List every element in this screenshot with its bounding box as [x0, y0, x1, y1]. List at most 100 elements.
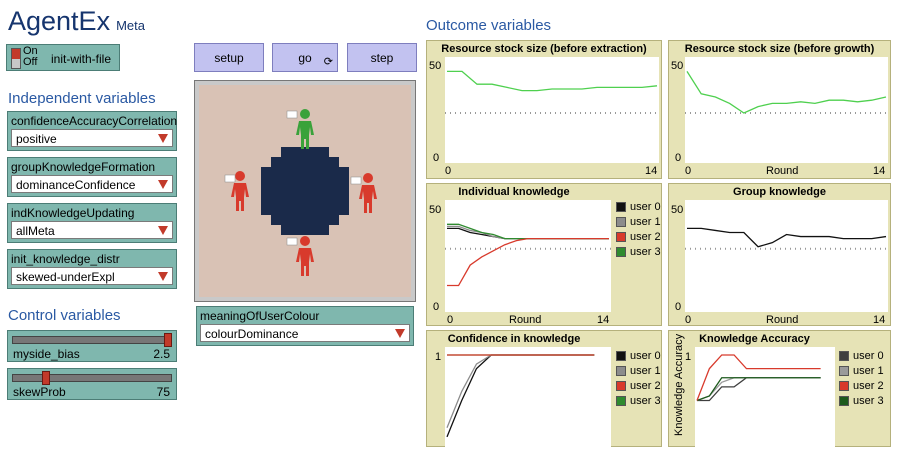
init-with-file-switch[interactable]: On Off init-with-file: [6, 44, 120, 71]
legend-swatch-user0: [839, 351, 849, 361]
plot-knowledge-accuracy: Knowledge Accuracy 1 Knowledge Accuracy …: [668, 330, 891, 448]
chooser-user-colour[interactable]: meaningOfUserColour colourDominance: [196, 306, 414, 346]
plot-title: Individual knowledge: [458, 186, 570, 198]
legend-label-user0: user 0: [630, 201, 661, 213]
chooser-value: colourDominance: [205, 327, 299, 341]
dropdown-arrow-icon: [158, 226, 168, 235]
series-line-user-3: [447, 223, 609, 240]
app-title: AgentEx Meta: [8, 6, 145, 37]
slider-myside-bias[interactable]: myside_bias 2.5: [7, 330, 177, 362]
legend-swatch-user1: [839, 366, 849, 376]
chooser-label: meaningOfUserColour: [200, 309, 320, 323]
chooser-ind-knowledge[interactable]: indKnowledgeUpdating allMeta: [7, 203, 177, 243]
dropdown-arrow-icon: [158, 272, 168, 281]
plot-svg: [685, 71, 888, 114]
series-line-user-2: [447, 237, 609, 287]
section-outcome: Outcome variables: [426, 17, 552, 34]
chooser-group-knowledge[interactable]: groupKnowledgeFormation dominanceConfide…: [7, 157, 177, 197]
plot-confidence: Confidence in knowledge 1 user 0 user 1 …: [426, 330, 662, 448]
world-view[interactable]: [194, 80, 416, 302]
go-label: go: [298, 50, 312, 65]
chooser-select[interactable]: colourDominance: [200, 324, 410, 342]
series-line-user-0: [447, 227, 609, 240]
y-tick-max: 1: [435, 351, 442, 363]
plot-title: Confidence in knowledge: [447, 333, 581, 345]
chooser-label: init_knowledge_distr: [11, 252, 120, 266]
chooser-value: positive: [16, 132, 57, 146]
plot-title: Group knowledge: [733, 186, 826, 198]
plot-svg: [685, 227, 888, 250]
chooser-confidence-accuracy[interactable]: confidenceAccuracyCorrelation positive: [7, 111, 177, 151]
legend-label-user2: user 2: [630, 231, 661, 243]
y-tick-max: 50: [671, 204, 684, 216]
setup-button[interactable]: setup: [194, 43, 264, 72]
plot-svg: [445, 223, 611, 287]
plot-resource-growth: Resource stock size (before growth) 50 0…: [668, 40, 891, 179]
series-line-user-1: [696, 377, 821, 402]
legend-label-user0: user 0: [853, 350, 884, 362]
x-tick-max: 14: [645, 165, 658, 177]
table-shape: [261, 147, 349, 235]
forever-icon: ⟳: [323, 56, 333, 68]
legend-swatch-user3: [616, 396, 626, 406]
y-tick-max: 50: [671, 60, 684, 72]
y-tick-min: 0: [675, 152, 682, 164]
y-tick-max: 1: [685, 351, 692, 363]
slider-label: skewProb: [13, 385, 66, 399]
plot-area: [445, 200, 611, 312]
app-title-text: AgentEx: [8, 6, 111, 36]
plot-svg: [445, 70, 659, 114]
legend-label-user2: user 2: [853, 380, 884, 392]
chooser-init-knowledge[interactable]: init_knowledge_distr skewed-underExpl: [7, 249, 177, 289]
plot-svg: [696, 354, 821, 402]
world-canvas: [199, 85, 411, 297]
x-axis-label: Round: [509, 314, 542, 326]
switch-state-labels: On Off: [23, 46, 38, 68]
x-tick-min: 0: [447, 314, 454, 326]
series-line-main: [447, 70, 658, 92]
chooser-select[interactable]: allMeta: [11, 221, 173, 239]
legend-swatch-user3: [616, 247, 626, 257]
y-tick-max: 50: [429, 204, 442, 216]
chooser-value: allMeta: [16, 224, 55, 238]
chooser-select[interactable]: skewed-underExpl: [11, 267, 173, 285]
switch-knob[interactable]: [12, 49, 20, 59]
x-axis-label: Round: [766, 165, 799, 177]
legend-swatch-user2: [839, 381, 849, 391]
series-line-user-0: [446, 354, 595, 438]
legend-label-user1: user 1: [630, 365, 661, 377]
plot-title: Resource stock size (before growth): [684, 43, 875, 55]
step-button[interactable]: step: [347, 43, 417, 72]
legend-label-user1: user 1: [630, 216, 661, 228]
section-independent: Independent variables: [8, 90, 156, 107]
plot-svg: [446, 354, 595, 438]
plot-title: Resource stock size (before extraction): [441, 43, 647, 55]
y-tick-min: 0: [433, 152, 440, 164]
slider-label: myside_bias: [13, 347, 80, 361]
legend-label-user3: user 3: [630, 395, 661, 407]
plot-resource-extraction: Resource stock size (before extraction) …: [426, 40, 662, 179]
x-tick-min: 0: [685, 165, 692, 177]
chooser-select[interactable]: dominanceConfidence: [11, 175, 173, 193]
legend-label-user3: user 3: [853, 395, 884, 407]
chooser-label: groupKnowledgeFormation: [11, 160, 156, 174]
slider-skewprob[interactable]: skewProb 75: [7, 368, 177, 400]
x-axis-label: Round: [766, 314, 799, 326]
legend-swatch-user2: [616, 232, 626, 242]
slider-track[interactable]: [12, 374, 172, 382]
slider-track[interactable]: [12, 336, 172, 344]
slider-value: 75: [156, 385, 170, 399]
x-tick-max: 14: [873, 314, 886, 326]
slider-handle[interactable]: [42, 371, 51, 385]
series-line-main: [687, 227, 887, 248]
y-tick-min: 0: [433, 301, 440, 313]
x-tick-max: 14: [873, 165, 886, 177]
legend-swatch-user3: [839, 396, 849, 406]
plot-area: [695, 347, 835, 448]
go-button[interactable]: go ⟳: [272, 43, 338, 72]
chooser-select[interactable]: positive: [11, 129, 173, 147]
legend-swatch-user1: [616, 366, 626, 376]
series-line-user-1: [446, 354, 595, 429]
slider-handle[interactable]: [164, 333, 172, 347]
section-control: Control variables: [8, 307, 121, 324]
